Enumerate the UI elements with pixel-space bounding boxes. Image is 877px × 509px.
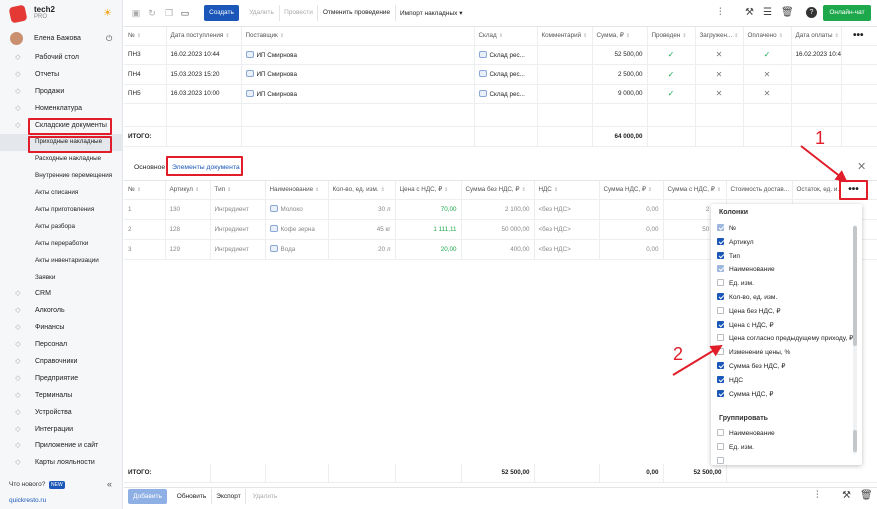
annotation-one: 1: [815, 128, 826, 148]
annotation-arrows: [672, 145, 848, 376]
annotation-two: 2: [673, 344, 684, 364]
arrow-one: [800, 145, 848, 183]
